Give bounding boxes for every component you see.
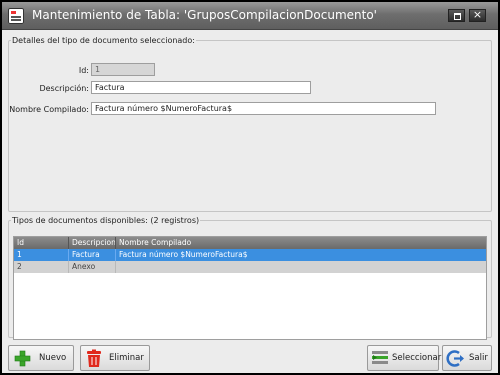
id-field: 1: [91, 63, 155, 76]
descripcion-label: Descripción:: [39, 84, 89, 93]
close-button[interactable]: ×: [469, 8, 486, 22]
trash-icon: [87, 349, 101, 367]
id-label: Id:: [78, 66, 89, 75]
exit-icon: [446, 350, 464, 367]
cell-id: 1: [14, 249, 69, 261]
documents-legend: Tipos de documentos disponibles: (2 regi…: [12, 216, 200, 225]
restore-icon: [454, 13, 461, 20]
eliminar-button[interactable]: Eliminar: [80, 345, 150, 371]
documents-panel: Tipos de documentos disponibles: (2 regi…: [8, 216, 492, 340]
cell-nombre: [116, 261, 486, 273]
close-icon: ×: [472, 8, 483, 21]
nombre-compilado-label: Nombre Compilado:: [9, 105, 89, 114]
documents-table[interactable]: Id Descripcion Nombre Compilado 1 Factur…: [13, 236, 487, 340]
details-legend: Detalles del tipo de documento seleccion…: [12, 36, 195, 45]
eliminar-label: Eliminar: [109, 353, 144, 363]
nuevo-label: Nuevo: [39, 353, 67, 363]
table-header: Id Descripcion Nombre Compilado: [14, 237, 486, 249]
column-header-nombre[interactable]: Nombre Compilado: [116, 237, 486, 249]
nombre-compilado-field[interactable]: Factura número $NumeroFactura$: [91, 102, 436, 115]
seleccionar-button[interactable]: Seleccionar: [367, 345, 442, 371]
nuevo-button[interactable]: Nuevo: [8, 345, 74, 371]
restore-button[interactable]: [448, 9, 465, 22]
details-panel: Detalles del tipo de documento seleccion…: [8, 36, 492, 212]
descripcion-field[interactable]: Factura: [91, 81, 311, 94]
cell-id: 2: [14, 261, 69, 273]
salir-button[interactable]: Salir: [442, 345, 492, 371]
table-row[interactable]: 2 Anexo: [14, 261, 486, 273]
column-header-descripcion[interactable]: Descripcion: [69, 237, 116, 249]
table-row[interactable]: 1 Factura Factura número $NumeroFactura$: [14, 249, 486, 261]
plus-icon: [14, 350, 31, 367]
salir-label: Salir: [469, 353, 488, 363]
select-list-icon: [372, 351, 388, 364]
table-document-icon: [8, 8, 24, 24]
cell-descripcion: Factura: [69, 249, 116, 261]
title-bar[interactable]: Mantenimiento de Tabla: 'GruposCompilaci…: [2, 2, 498, 30]
cell-descripcion: Anexo: [69, 261, 116, 273]
window-title: Mantenimiento de Tabla: 'GruposCompilaci…: [32, 8, 377, 22]
column-header-id[interactable]: Id: [14, 237, 69, 249]
seleccionar-label: Seleccionar: [392, 353, 442, 363]
cell-nombre: Factura número $NumeroFactura$: [119, 250, 248, 259]
main-window: Mantenimiento de Tabla: 'GruposCompilaci…: [2, 2, 498, 373]
